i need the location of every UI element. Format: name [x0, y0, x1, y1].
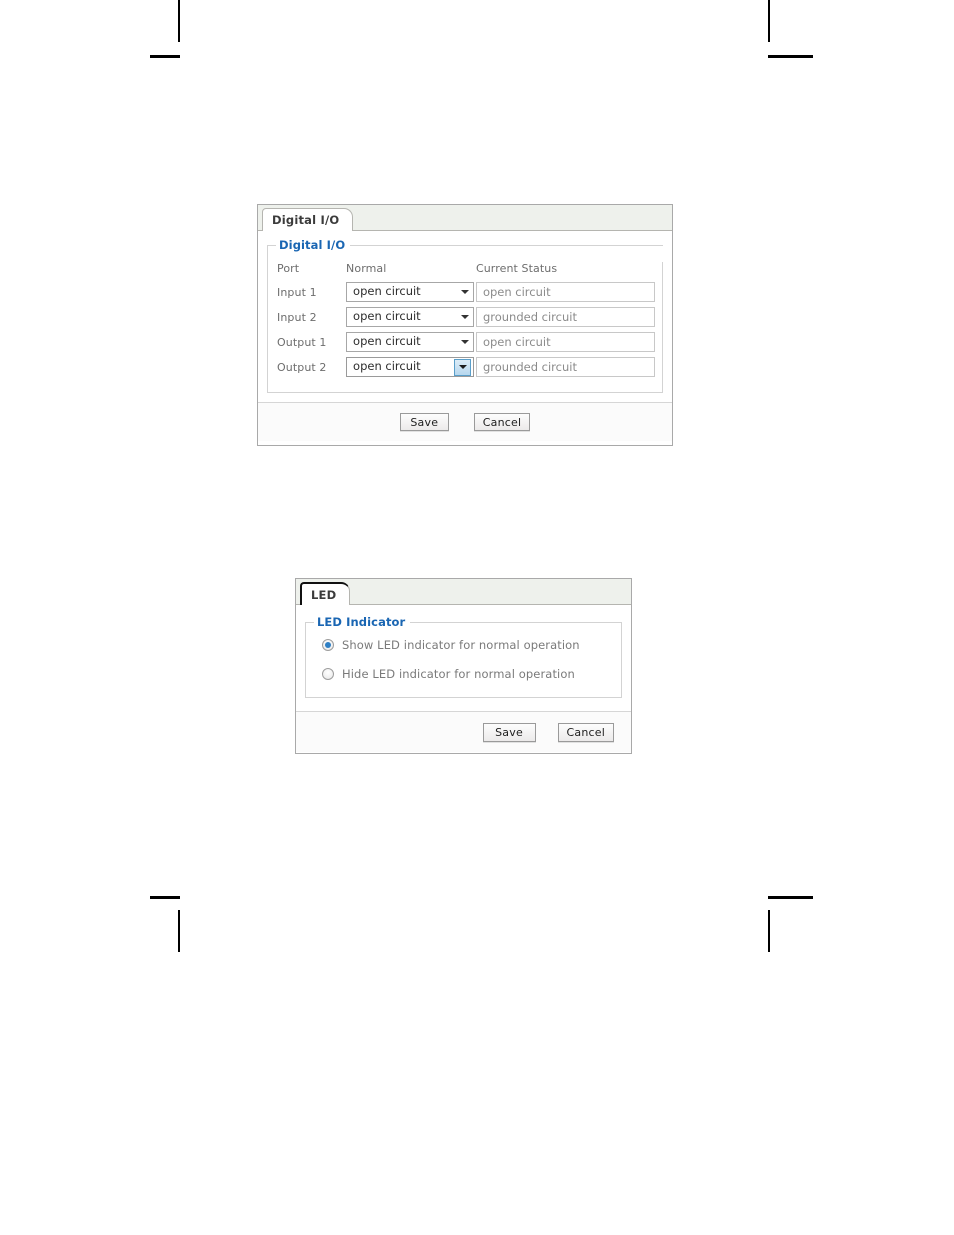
crop-mark-top-left-horizontal: [150, 55, 180, 58]
port-label-output-1: Output 1: [277, 335, 327, 349]
normal-select-input-2-value: open circuit: [353, 309, 421, 324]
column-header-current-status: Current Status: [475, 262, 558, 275]
normal-select-output-1[interactable]: open circuit: [346, 332, 475, 352]
current-status-output-1-value: open circuit: [482, 335, 551, 349]
chevron-down-icon: [458, 286, 471, 299]
cancel-button[interactable]: Cancel: [473, 413, 531, 431]
radio-row-show-led[interactable]: Show LED indicator for normal operation: [322, 630, 621, 659]
column-header-port: Port: [277, 262, 300, 275]
status-cell-output-1: open circuit: [475, 332, 662, 357]
port-label-output-2: Output 2: [277, 360, 327, 374]
normal-select-input-2[interactable]: open circuit: [346, 307, 475, 327]
crop-mark-top-right-horizontal: [768, 55, 813, 58]
digital-io-group: Digital I/O Port Normal Current Status I…: [267, 238, 663, 393]
normal-select-output-1-value: open circuit: [353, 334, 421, 349]
led-button-bar: Save Cancel: [296, 711, 631, 752]
digital-io-button-bar: Save Cancel: [258, 402, 672, 441]
crop-mark-bottom-right-vertical: [768, 910, 770, 952]
led-indicator-group: LED Indicator Show LED indicator for nor…: [305, 615, 622, 698]
tab-digital-io-label: Digital I/O: [272, 213, 340, 227]
crop-mark-bottom-right-horizontal: [768, 896, 813, 899]
digital-io-body: Digital I/O Port Normal Current Status I…: [258, 238, 672, 441]
chevron-down-icon[interactable]: [454, 358, 472, 376]
normal-cell-output-2: open circuit: [346, 357, 476, 382]
crop-mark-top-left-vertical: [178, 0, 180, 42]
digital-io-panel: Digital I/O Digital I/O Port Normal Curr…: [257, 204, 673, 446]
status-cell-input-2: grounded circuit: [475, 307, 662, 332]
status-cell-output-2: grounded circuit: [475, 357, 662, 382]
led-body: LED Indicator Show LED indicator for nor…: [296, 615, 631, 752]
table-header-row: Port Normal Current Status: [277, 262, 662, 282]
current-status-output-1: open circuit: [475, 332, 655, 352]
crop-mark-bottom-left-vertical: [178, 910, 180, 952]
crop-mark-bottom-left-horizontal: [150, 896, 180, 899]
current-status-output-2-value: grounded circuit: [482, 360, 577, 374]
tab-digital-io[interactable]: Digital I/O: [262, 208, 354, 231]
digital-io-table: Port Normal Current Status Input 1 open …: [277, 262, 662, 382]
led-indicator-group-legend: LED Indicator: [314, 615, 411, 629]
normal-cell-input-1: open circuit: [346, 282, 476, 307]
normal-select-output-2-value: open circuit: [353, 359, 421, 374]
digital-io-group-inner: Port Normal Current Status Input 1 open …: [268, 262, 663, 393]
normal-cell-output-1: open circuit: [346, 332, 476, 357]
radio-row-hide-led[interactable]: Hide LED indicator for normal operation: [322, 659, 621, 688]
radio-button-show-led[interactable]: [322, 638, 334, 651]
table-row: Output 2 open circuit grounded circuit: [277, 357, 662, 382]
table-row: Input 1 open circuit open circuit: [277, 282, 662, 307]
led-tabstrip: LED: [296, 579, 631, 605]
cancel-button[interactable]: Cancel: [557, 722, 614, 742]
radio-label-show-led: Show LED indicator for normal operation: [342, 637, 580, 652]
column-header-normal: Normal: [346, 262, 387, 275]
normal-select-output-2[interactable]: open circuit: [346, 357, 475, 377]
digital-io-group-legend: Digital I/O: [276, 238, 351, 252]
current-status-input-2-value: grounded circuit: [482, 310, 577, 324]
current-status-input-1: open circuit: [475, 282, 655, 302]
chevron-down-icon: [458, 311, 471, 324]
chevron-down-icon: [458, 336, 471, 349]
current-status-output-2: grounded circuit: [475, 357, 655, 377]
save-button[interactable]: Save: [399, 413, 449, 431]
status-cell-input-1: open circuit: [475, 282, 662, 307]
crop-mark-top-right-vertical: [768, 0, 770, 42]
normal-select-input-1[interactable]: open circuit: [346, 282, 475, 302]
radio-label-hide-led: Hide LED indicator for normal operation: [342, 666, 575, 681]
tab-led[interactable]: LED: [300, 582, 351, 605]
tab-led-label: LED: [311, 587, 337, 602]
led-indicator-group-inner: Show LED indicator for normal operation …: [306, 623, 622, 698]
save-button[interactable]: Save: [482, 722, 536, 742]
port-label-input-1: Input 1: [277, 285, 317, 299]
current-status-input-1-value: open circuit: [482, 285, 551, 299]
led-panel: LED LED Indicator Show LED indicator for…: [295, 578, 632, 754]
normal-select-input-1-value: open circuit: [353, 284, 421, 299]
port-label-input-2: Input 2: [277, 310, 317, 324]
table-row: Input 2 open circuit grounded circuit: [277, 307, 662, 332]
table-row: Output 1 open circuit open circuit: [277, 332, 662, 357]
current-status-input-2: grounded circuit: [475, 307, 655, 327]
normal-cell-input-2: open circuit: [346, 307, 476, 332]
digital-io-tabstrip: Digital I/O: [258, 205, 672, 231]
radio-button-hide-led[interactable]: [322, 667, 334, 680]
